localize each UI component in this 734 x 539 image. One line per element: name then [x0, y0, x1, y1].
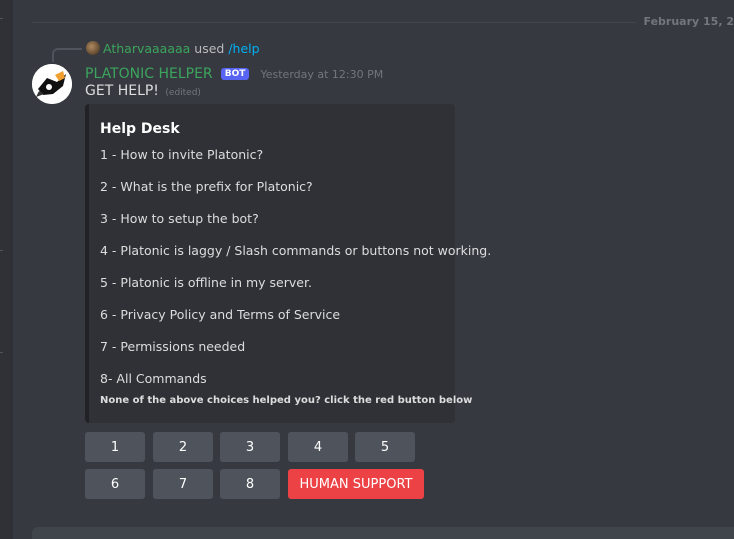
- reply-command[interactable]: /help: [228, 41, 259, 56]
- embed-line: 6 - Privacy Policy and Terms of Service: [100, 307, 341, 322]
- reply-used-text: used: [194, 41, 225, 56]
- option-button-4[interactable]: 4: [288, 432, 348, 462]
- embed-line: 3 - How to setup the bot?: [100, 211, 259, 226]
- sidebar-tick: [0, 250, 3, 251]
- option-button-5[interactable]: 5: [355, 432, 415, 462]
- embed-line: 5 - Platonic is offline in my server.: [100, 275, 312, 290]
- message-input-bar[interactable]: [32, 527, 734, 539]
- sidebar-tick: [0, 18, 3, 19]
- option-button-3[interactable]: 3: [220, 432, 280, 462]
- sidebar-tick: [0, 352, 3, 353]
- bot-avatar[interactable]: [32, 64, 72, 104]
- reply-connector: [52, 48, 82, 62]
- reply-username[interactable]: Atharvaaaaaa: [103, 41, 190, 56]
- option-button-8[interactable]: 8: [220, 469, 280, 499]
- option-button-1[interactable]: 1: [85, 432, 145, 462]
- embed-line: 2 - What is the prefix for Platonic?: [100, 179, 313, 194]
- message-content: GET HELP! (edited): [85, 83, 201, 99]
- command-reply-context[interactable]: Atharvaaaaaa used /help: [86, 41, 260, 56]
- option-button-6[interactable]: 6: [85, 469, 145, 499]
- date-divider: [32, 22, 734, 23]
- bot-username[interactable]: PLATONIC HELPER: [85, 66, 213, 82]
- option-button-2[interactable]: 2: [153, 432, 213, 462]
- embed-footer: None of the above choices helped you? cl…: [100, 395, 473, 406]
- message-header: PLATONIC HELPER BOT Yesterday at 12:30 P…: [85, 63, 383, 82]
- option-button-7[interactable]: 7: [153, 469, 213, 499]
- platonic-logo-icon: [32, 64, 72, 104]
- date-divider-label: February 15, 2: [635, 15, 734, 28]
- help-embed: Help Desk 1 - How to invite Platonic? 2 …: [85, 104, 491, 423]
- embed-line: 8- All Commands: [100, 371, 207, 386]
- edited-indicator: (edited): [165, 88, 201, 98]
- reply-user-avatar[interactable]: [86, 41, 100, 55]
- embed-line: 7 - Permissions needed: [100, 339, 246, 354]
- human-support-button[interactable]: HUMAN SUPPORT: [288, 469, 424, 499]
- message-text: GET HELP!: [85, 83, 159, 99]
- message-timestamp[interactable]: Yesterday at 12:30 PM: [260, 68, 383, 81]
- channel-sidebar-edge: [0, 0, 13, 539]
- embed-title: Help Desk: [100, 121, 180, 137]
- embed-line: 1 - How to invite Platonic?: [100, 147, 264, 162]
- embed-line: 4 - Platonic is laggy / Slash commands o…: [100, 243, 492, 258]
- bot-badge: BOT: [220, 68, 250, 80]
